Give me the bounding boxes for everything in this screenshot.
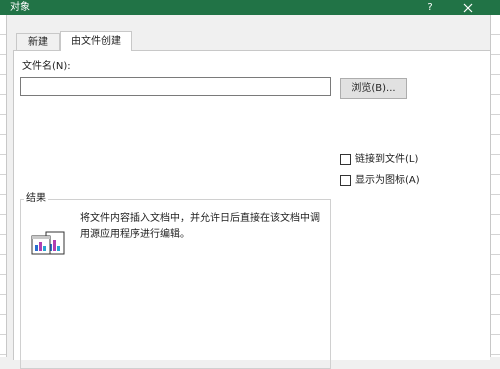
- dialog-titlebar: 对象 ?: [0, 0, 500, 15]
- checkbox-box[interactable]: [340, 175, 351, 186]
- checkbox-box[interactable]: [340, 154, 351, 165]
- link-to-file-label: 链接到文件(L): [355, 154, 419, 165]
- embedded-object-icon: [31, 231, 65, 255]
- close-icon: [463, 3, 473, 13]
- result-legend: 结果: [24, 192, 48, 206]
- result-description: 将文件内容插入文档中，并允许日后直接在该文档中调用源应用程序进行编辑。: [80, 213, 320, 240]
- display-as-icon-checkbox[interactable]: 显示为图标(A): [340, 174, 430, 188]
- link-to-file-checkbox[interactable]: 链接到文件(L): [340, 153, 430, 167]
- close-button[interactable]: [458, 0, 478, 15]
- filename-input[interactable]: [20, 77, 331, 96]
- help-button[interactable]: ?: [422, 0, 438, 15]
- filename-label: 文件名(N):: [22, 61, 71, 72]
- dialog-title: 对象: [10, 2, 30, 13]
- browse-button[interactable]: 浏览(B)...: [340, 78, 407, 99]
- display-as-icon-label: 显示为图标(A): [355, 175, 420, 186]
- tab-new[interactable]: 新建: [16, 33, 60, 50]
- background-sheet-left: [0, 15, 7, 357]
- background-sheet-right: [490, 15, 500, 357]
- tab-create-from-file[interactable]: 由文件创建: [60, 31, 132, 51]
